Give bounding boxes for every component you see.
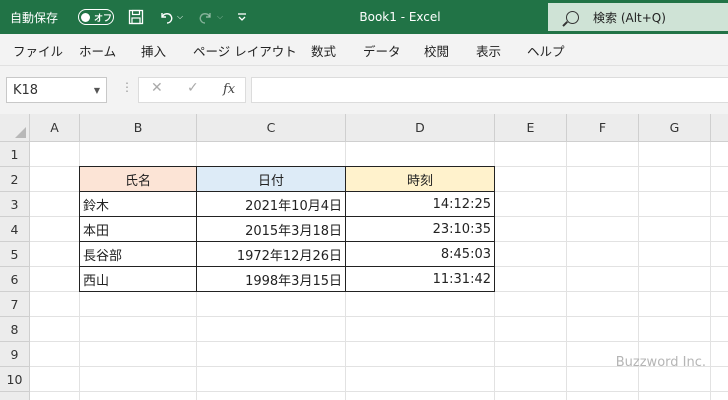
row-header-1[interactable]: 1 xyxy=(0,142,30,167)
tab-page-layout[interactable]: ページ レイアウト xyxy=(193,34,297,66)
chevron-down-icon[interactable]: ▼ xyxy=(94,86,100,95)
toggle-knob xyxy=(81,12,90,22)
table-cell-time[interactable]: 23:10:35 xyxy=(346,217,495,242)
redo-icon xyxy=(199,13,211,24)
row-header-11[interactable] xyxy=(0,392,30,400)
ribbon-tabs: ファイル ホーム 挿入 ページ レイアウト 数式 データ 校閲 表示 ヘルプ xyxy=(0,34,728,66)
formula-bar: K18 ▼ ⋮ ✕ ✓ fx xyxy=(0,66,728,114)
watermark: Buzzword Inc. xyxy=(615,355,706,370)
autosave-state: オフ xyxy=(94,13,113,24)
tab-file[interactable]: ファイル xyxy=(13,34,63,66)
name-box-value: K18 xyxy=(13,82,39,98)
table-cell-time[interactable]: 11:31:42 xyxy=(346,267,495,292)
row-header-3[interactable]: 3 xyxy=(0,192,30,217)
formula-input[interactable] xyxy=(251,77,728,103)
table-cell-time[interactable]: 14:12:25 xyxy=(346,192,495,217)
table-cell-time[interactable]: 8:45:03 xyxy=(346,242,495,267)
customize-quick-access-button[interactable] xyxy=(232,0,252,34)
header-cell-time[interactable]: 時刻 xyxy=(346,166,495,192)
header-cell-name[interactable]: 氏名 xyxy=(79,166,197,192)
table-cell-name[interactable]: 西山 xyxy=(79,267,197,292)
gridline xyxy=(566,142,567,400)
tab-review[interactable]: 校閲 xyxy=(424,34,449,66)
column-header-g[interactable]: G xyxy=(639,114,711,142)
enter-icon[interactable]: ✓ xyxy=(187,80,199,96)
search-icon xyxy=(566,10,579,24)
row-header-8[interactable]: 8 xyxy=(0,317,30,342)
autosave-label: 自動保存 xyxy=(10,10,59,25)
table-cell-date[interactable]: 2015年3月18日 xyxy=(197,217,346,242)
row-header-9[interactable]: 9 xyxy=(0,342,30,367)
insert-function-icon[interactable]: fx xyxy=(223,82,235,97)
undo-dropdown[interactable]: ⌵ xyxy=(174,0,186,34)
row-header-10[interactable]: 10 xyxy=(0,367,30,392)
table-cell-name[interactable]: 長谷部 xyxy=(79,242,197,267)
row-header-5[interactable]: 5 xyxy=(0,242,30,267)
row-header-6[interactable]: 6 xyxy=(0,267,30,292)
table-cell-date[interactable]: 1972年12月26日 xyxy=(197,242,346,267)
search-box[interactable]: 検索 (Alt+Q) xyxy=(548,3,728,31)
gridline xyxy=(30,341,728,342)
table-cell-date[interactable]: 2021年10月4日 xyxy=(197,192,346,217)
name-box[interactable]: K18 ▼ xyxy=(6,77,107,103)
cancel-icon[interactable]: ✕ xyxy=(151,80,163,96)
row-header-2[interactable]: 2 xyxy=(0,167,30,192)
column-header-a[interactable]: A xyxy=(30,114,80,142)
title-bar: 自動保存 オフ ⌵ ⌵ Book1 - Excel 検索 (Alt+Q) xyxy=(0,0,728,34)
column-header-d[interactable]: D xyxy=(346,114,495,142)
column-header-e[interactable]: E xyxy=(495,114,567,142)
undo-icon xyxy=(161,13,173,24)
header-cell-date[interactable]: 日付 xyxy=(197,166,346,192)
column-header-h[interactable] xyxy=(711,114,728,142)
tab-formulas[interactable]: 数式 xyxy=(311,34,336,66)
search-placeholder: 検索 (Alt+Q) xyxy=(593,10,666,25)
select-all-button[interactable] xyxy=(0,114,30,142)
tab-data[interactable]: データ xyxy=(363,34,401,66)
tab-help[interactable]: ヘルプ xyxy=(527,34,565,66)
column-header-c[interactable]: C xyxy=(197,114,346,142)
worksheet-grid: A B C D E F G 1 2 3 4 5 6 7 8 9 10 氏名 日付… xyxy=(0,114,728,400)
tab-view[interactable]: 表示 xyxy=(476,34,501,66)
more-options-icon[interactable]: ⋮ xyxy=(121,80,133,94)
table-cell-name[interactable]: 鈴木 xyxy=(79,192,197,217)
gridline xyxy=(30,391,728,392)
column-header-f[interactable]: F xyxy=(567,114,639,142)
document-title: Book1 - Excel xyxy=(359,10,441,24)
save-button[interactable] xyxy=(126,0,146,34)
redo-dropdown[interactable]: ⌵ xyxy=(214,0,226,34)
undo-button[interactable] xyxy=(156,0,176,34)
formula-buttons: ✕ ✓ fx xyxy=(138,77,246,103)
table-cell-name[interactable]: 本田 xyxy=(79,217,197,242)
redo-button[interactable] xyxy=(196,0,216,34)
table-cell-date[interactable]: 1998年3月15日 xyxy=(197,267,346,292)
tab-home[interactable]: ホーム xyxy=(79,34,116,66)
gridline xyxy=(710,142,711,400)
autosave-toggle[interactable]: オフ xyxy=(78,9,114,25)
customize-quick-access-icon xyxy=(238,13,246,21)
row-header-4[interactable]: 4 xyxy=(0,217,30,242)
column-header-b[interactable]: B xyxy=(80,114,197,142)
gridline xyxy=(30,316,728,317)
row-header-7[interactable]: 7 xyxy=(0,292,30,317)
tab-insert[interactable]: 挿入 xyxy=(141,34,166,66)
floppy-disk-icon xyxy=(128,9,144,25)
